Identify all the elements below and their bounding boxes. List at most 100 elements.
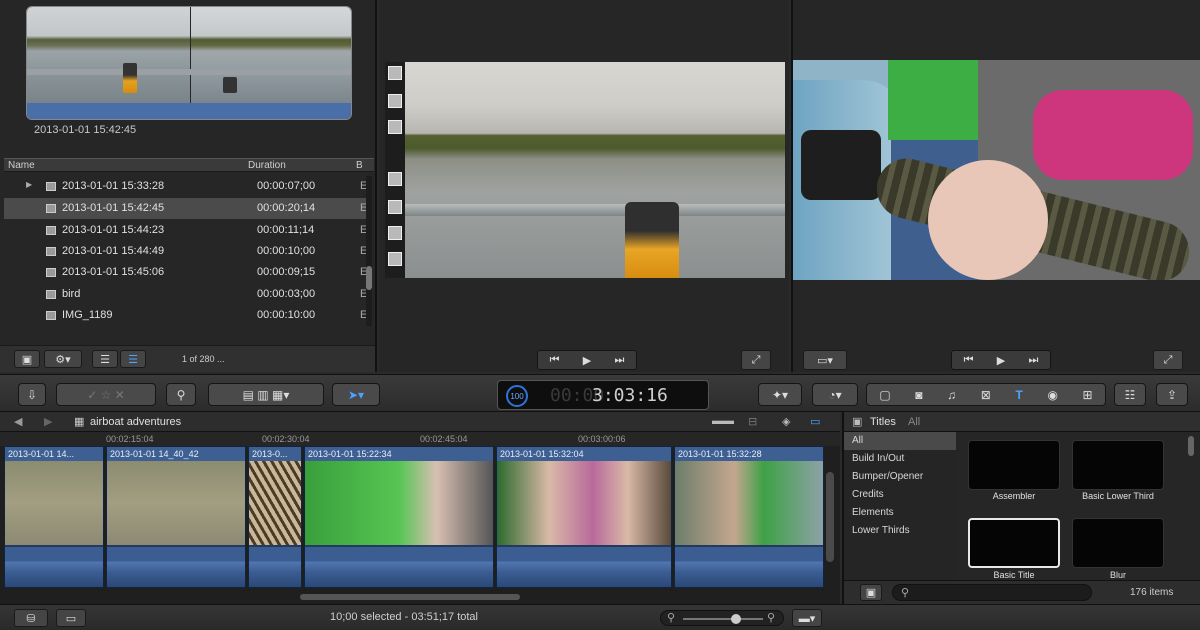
audio-skimming-icon[interactable]: ◈ [782, 415, 790, 428]
filmstrip-preview[interactable] [26, 6, 352, 120]
search-icon[interactable]: ⚲ [166, 383, 196, 406]
category-item[interactable]: Build In/Out [844, 450, 956, 468]
list-row[interactable]: 2013-01-01 15:44:49 00:00:10;00 E [4, 241, 368, 262]
list-row-selected[interactable]: 2013-01-01 15:42:45 00:00:20;14 E [4, 198, 368, 219]
column-extra[interactable]: B [356, 160, 363, 171]
zoom-in-icon[interactable]: ⚲ [767, 611, 775, 624]
zoom-slider[interactable]: ⚲ ⚲ [660, 610, 784, 626]
timecode-value: 3:03:16 [592, 385, 668, 406]
event-library-icon[interactable]: ⛁ [14, 609, 48, 627]
sidebar-toggle-icon[interactable]: ▣ [14, 350, 40, 368]
row-name: 2013-01-01 15:44:23 [62, 224, 165, 236]
music-icon[interactable]: ♫ [947, 388, 956, 402]
next-edit-icon[interactable]: ⏭ [1028, 354, 1038, 367]
media-browsers-group: ▢ ◙ ♫ ⊠ T ◉ ⊞ [866, 383, 1106, 406]
transitions-icon[interactable]: ⊠ [981, 388, 991, 402]
list-row[interactable]: bird 00:00:03;00 E [4, 284, 368, 305]
play-icon[interactable]: ▶ [583, 354, 591, 367]
timeline-horizontal-scrollbar[interactable] [300, 594, 520, 600]
titles-search-input[interactable]: ⚲ [892, 584, 1092, 601]
timecode-display[interactable]: 100 00:00 3:03:16 [497, 380, 709, 410]
inspector-icon[interactable]: ☷ [1114, 383, 1146, 406]
row-duration: 00:00:07;00 [257, 180, 316, 192]
clip-title: 2013-0... [249, 447, 301, 461]
snapping-icon[interactable]: ▭ [810, 415, 820, 428]
fullscreen-icon[interactable]: ⤢ [1153, 350, 1183, 370]
effect-thumb[interactable] [388, 120, 402, 134]
play-icon[interactable]: ▶ [997, 354, 1005, 367]
clip-height-icon[interactable]: ▬▾ [792, 609, 822, 627]
skimming-icon[interactable]: ⊟ [748, 415, 757, 428]
filmstrip-view-icon[interactable]: ☰ [92, 350, 118, 368]
enhancements-icon[interactable]: ✦▾ [758, 383, 802, 406]
category-item[interactable]: Credits [844, 486, 956, 504]
category-item[interactable]: Bumper/Opener [844, 468, 956, 486]
themes-icon[interactable]: ⊞ [1083, 388, 1093, 402]
list-row[interactable]: 2013-01-01 15:45:06 00:00:09;15 E [4, 262, 368, 283]
sidebar-toggle-icon[interactable]: ▣ [860, 584, 882, 601]
fullscreen-icon[interactable]: ⤢ [741, 350, 771, 370]
list-row[interactable]: ▶ 2013-01-01 15:33:28 00:00:07;00 E [4, 176, 368, 197]
category-item[interactable]: Lower Thirds [844, 522, 956, 540]
frame-rail [405, 204, 785, 216]
title-tile[interactable] [968, 440, 1060, 490]
import-icon[interactable]: ⇩ [18, 383, 46, 406]
clip-thumbnail [249, 461, 301, 545]
titles-browser: ▣ Titles All All Build In/Out Bumper/Ope… [842, 412, 1200, 604]
next-edit-icon[interactable]: ⏭ [614, 354, 624, 367]
edit-buttons-group-icon[interactable]: ▤ ▥ ▦▾ [208, 383, 324, 406]
row-name: 2013-01-01 15:45:06 [62, 266, 165, 278]
scroll-thumb[interactable] [366, 266, 372, 290]
action-gear-icon[interactable]: ⚙▾ [44, 350, 82, 368]
clip-appearance-icon[interactable]: ▬▬ [712, 415, 734, 427]
back-arrow-icon[interactable]: ◀ [14, 415, 22, 428]
list-row[interactable]: IMG_1189 00:00:10:00 E [4, 305, 368, 326]
effect-thumb[interactable] [388, 172, 402, 186]
category-item[interactable]: All [844, 432, 956, 450]
timeline-clip[interactable]: 2013-01-01 15:32:28 [674, 446, 824, 588]
title-tile-selected[interactable] [968, 518, 1060, 568]
effects-icon[interactable]: ▢ [879, 388, 890, 402]
title-tile[interactable] [1072, 440, 1164, 490]
forward-arrow-icon[interactable]: ▶ [44, 415, 52, 428]
disclosure-triangle-icon[interactable]: ▶ [26, 180, 32, 189]
effect-thumb[interactable] [388, 66, 402, 80]
list-scrollbar[interactable] [366, 176, 372, 326]
timeline-clip[interactable]: 2013-01-01 15:22:34 [304, 446, 494, 588]
retime-icon[interactable]: ◔▾ [812, 383, 858, 406]
image-icon [46, 311, 56, 320]
titles-scrollbar[interactable] [1188, 436, 1194, 456]
keyword-rating-group-icon[interactable]: ✓ ☆ ✕ [56, 383, 156, 406]
select-tool-icon[interactable]: ➤▾ [332, 383, 380, 406]
timeline-clip[interactable]: 2013-01-01 14... [4, 446, 104, 588]
generators-icon[interactable]: ◉ [1047, 388, 1057, 402]
previous-edit-icon[interactable]: ⏮ [550, 354, 560, 367]
list-view-icon[interactable]: ☰ [120, 350, 146, 368]
timeline-ruler[interactable]: 00:02:15:04 00:02:30:04 00:02:45:04 00:0… [0, 432, 840, 446]
titles-filter[interactable]: All [908, 416, 920, 428]
list-row[interactable]: 2013-01-01 15:44:23 00:00:11;14 E [4, 220, 368, 241]
photos-icon[interactable]: ◙ [915, 388, 922, 402]
titles-icon[interactable]: T [1015, 388, 1022, 402]
title-tile[interactable] [1072, 518, 1164, 568]
category-item[interactable]: Elements [844, 504, 956, 522]
row-name: bird [62, 288, 81, 300]
timeline-clip[interactable]: 2013-01-01 15:32:04 [496, 446, 672, 588]
effect-thumb[interactable] [388, 226, 402, 240]
effect-thumb[interactable] [388, 252, 402, 266]
column-name[interactable]: Name [8, 160, 35, 171]
clip-waveform [5, 547, 103, 587]
column-duration[interactable]: Duration [248, 160, 286, 171]
effect-thumb[interactable] [388, 200, 402, 214]
canvas-transport: ⏮ ▶ ⏭ [951, 350, 1051, 370]
previous-edit-icon[interactable]: ⏮ [964, 354, 974, 367]
show-browser-icon[interactable]: ▭ [56, 609, 86, 627]
zoom-out-icon[interactable]: ⚲ [667, 611, 675, 624]
view-options-icon[interactable]: ▭▾ [803, 350, 847, 370]
share-icon[interactable]: ⇪ [1156, 383, 1188, 406]
zoom-handle[interactable] [731, 614, 741, 624]
timeline-vertical-scrollbar[interactable] [826, 472, 834, 562]
timeline-clip[interactable]: 2013-01-01 14_40_42 [106, 446, 246, 588]
timeline-clip[interactable]: 2013-0... [248, 446, 302, 588]
effect-thumb[interactable] [388, 94, 402, 108]
